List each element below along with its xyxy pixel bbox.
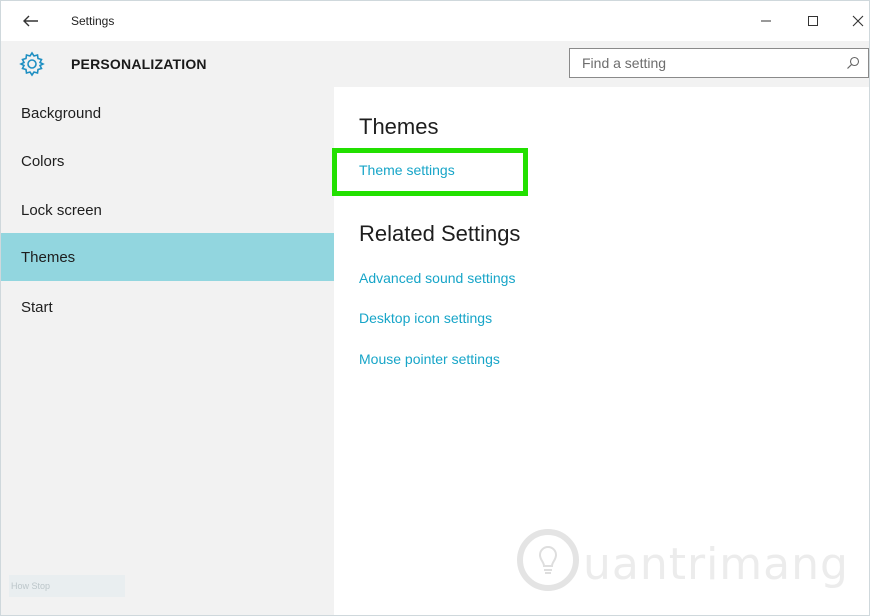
desktop-icon-settings-link[interactable]: Desktop icon settings (359, 310, 492, 326)
page-header: PERSONALIZATION (1, 41, 869, 87)
close-button[interactable] (838, 7, 869, 35)
lightbulb-logo-icon (517, 529, 579, 591)
minimize-icon (761, 20, 771, 22)
back-arrow-icon (23, 15, 38, 27)
maximize-icon (808, 16, 818, 26)
back-button[interactable] (13, 7, 49, 35)
minimize-button[interactable] (746, 7, 786, 35)
page-title: PERSONALIZATION (71, 56, 207, 72)
search-input[interactable] (570, 49, 830, 77)
themes-heading: Themes (359, 114, 439, 139)
advanced-sound-settings-link[interactable]: Advanced sound settings (359, 270, 515, 286)
watermark-text: uantrimang (583, 539, 849, 590)
window-title: Settings (71, 14, 115, 28)
mouse-pointer-settings-link[interactable]: Mouse pointer settings (359, 351, 500, 367)
search-box[interactable] (569, 48, 869, 78)
sidebar: Background Colors Lock screen Themes Sta… (1, 87, 334, 615)
settings-window: Settings PERSONALIZATION Find a setting … (0, 0, 870, 616)
sidebar-item-start[interactable]: Start (1, 283, 334, 331)
sidebar-item-colors[interactable]: Colors (1, 137, 334, 185)
theme-settings-link[interactable]: Theme settings (359, 162, 455, 178)
sidebar-item-label: Themes (21, 248, 76, 266)
gear-icon (19, 51, 45, 77)
title-bar: Settings (1, 1, 869, 41)
sidebar-item-background[interactable]: Background (1, 89, 334, 137)
faint-footer-label: How Stop (9, 575, 125, 597)
sidebar-item-label: Start (21, 298, 53, 316)
sidebar-item-lock-screen[interactable]: Lock screen (1, 186, 334, 234)
close-icon (852, 15, 864, 27)
sidebar-item-label: Colors (21, 152, 65, 170)
watermark: uantrimang (513, 521, 853, 601)
maximize-button[interactable] (793, 7, 833, 35)
sidebar-item-label: Lock screen (21, 201, 102, 219)
sidebar-item-label: Background (21, 104, 102, 122)
sidebar-item-themes[interactable]: Themes (1, 233, 334, 281)
related-settings-heading: Related Settings (359, 221, 521, 246)
search-icon[interactable] (846, 56, 860, 70)
